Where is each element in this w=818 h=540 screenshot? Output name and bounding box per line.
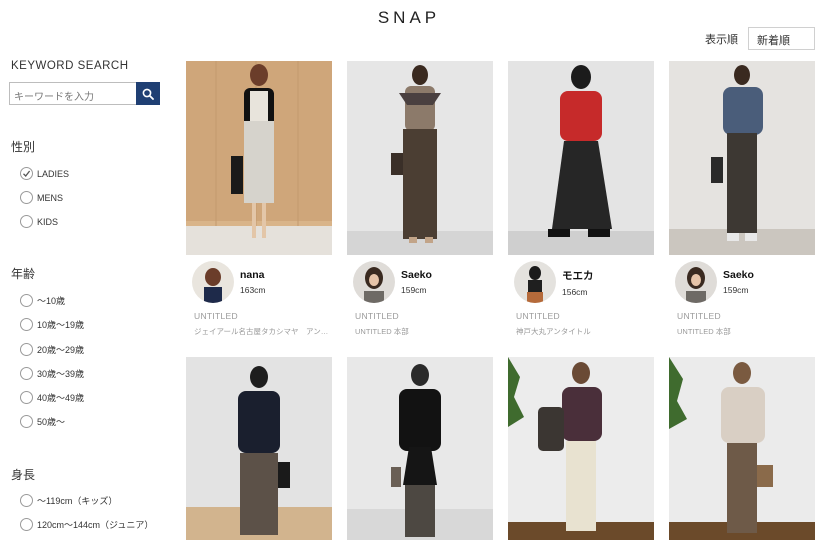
gender-title: 性別 [11,140,36,154]
age-option[interactable]: 30歳～39歳 [20,367,84,380]
brand-name: UNTITLED [516,311,560,321]
user-text: モエカ 156cm [562,268,594,297]
gender-option-mens[interactable]: MENS [20,191,63,204]
store-name: UNTITLED 本部 [677,327,731,336]
user-text: Saeko 159cm [723,269,754,295]
snap-card[interactable] [669,357,815,540]
user-name[interactable]: nana [240,269,266,281]
snap-card[interactable] [508,357,654,540]
radio-icon[interactable] [20,294,33,307]
filter-sidebar: KEYWORD SEARCH キーワードを入力 性別 LADIES MENS K… [0,0,175,540]
user-text: Saeko 159cm [401,269,432,295]
radio-icon[interactable] [20,494,33,507]
snap-photo[interactable] [186,357,332,540]
age-option[interactable]: 40歳～49歳 [20,391,84,404]
radio-icon[interactable] [20,343,33,356]
avatar[interactable] [353,261,395,303]
brand-name: UNTITLED [194,311,238,321]
sort-label: 表示順 [705,33,738,46]
sort-control: 表示順 新着順 [705,27,815,50]
user-info: Saeko 159cm [669,261,815,303]
snap-card[interactable]: Saeko 159cm UNTITLED UNTITLED 本部 [669,61,815,337]
snap-photo[interactable] [669,61,815,255]
user-height: 163cm [240,285,266,295]
snap-photo[interactable] [508,357,654,540]
height-option-label: ～119cm（キッズ） [37,496,118,506]
user-name[interactable]: Saeko [401,269,432,281]
age-option-label: 30歳～39歳 [37,369,85,379]
height-option[interactable]: 120cm～144cm（ジュニア） [20,518,153,531]
snap-card[interactable]: モエカ 156cm UNTITLED 神戸大丸アンタイトル [508,61,654,337]
height-option[interactable]: ～119cm（キッズ） [20,494,117,507]
age-option[interactable]: 10歳～19歳 [20,318,84,331]
snap-photo[interactable] [186,61,332,255]
search-button[interactable] [136,82,160,105]
snap-card[interactable]: nana 163cm UNTITLED ジェイアール名古屋タカシマヤ アン… [186,61,332,337]
user-name[interactable]: Saeko [723,269,754,281]
age-title: 年齢 [11,267,36,281]
gender-option-label: MENS [37,192,64,203]
check-icon[interactable] [20,167,33,180]
radio-icon[interactable] [20,215,33,228]
age-option[interactable]: 50歳～ [20,415,65,428]
search-icon [142,88,154,100]
user-text: nana 163cm [240,269,266,295]
gender-option-label: KIDS [37,216,59,227]
keyword-input[interactable]: キーワードを入力 [9,82,136,105]
store-name: ジェイアール名古屋タカシマヤ アン… [194,327,329,336]
snap-card[interactable] [347,357,493,540]
radio-icon[interactable] [20,191,33,204]
keyword-search-title: KEYWORD SEARCH [11,60,129,72]
radio-icon[interactable] [20,318,33,331]
radio-icon[interactable] [20,367,33,380]
sort-select[interactable]: 新着順 [748,27,815,50]
store-name: UNTITLED 本部 [355,327,409,336]
height-option-label: 120cm～144cm（ジュニア） [37,520,154,530]
user-height: 156cm [562,286,588,297]
age-option-label: 10歳～19歳 [37,320,85,330]
radio-icon[interactable] [20,415,33,428]
radio-icon[interactable] [20,518,33,531]
snap-card[interactable] [186,357,332,540]
user-name[interactable]: モエカ [562,268,594,283]
gender-option-label: LADIES [37,168,70,179]
user-info: nana 163cm [186,261,332,303]
brand-name: UNTITLED [677,311,721,321]
user-height: 159cm [401,285,427,295]
keyword-search: キーワードを入力 [9,82,160,105]
snap-card[interactable]: Saeko 159cm UNTITLED UNTITLED 本部 [347,61,493,337]
avatar[interactable] [192,261,234,303]
avatar[interactable] [675,261,717,303]
age-option-label: ～10歳 [37,296,66,306]
age-option[interactable]: 20歳～29歳 [20,343,84,356]
user-info: モエカ 156cm [508,261,654,303]
snap-photo[interactable] [508,61,654,255]
gender-option-ladies[interactable]: LADIES [20,167,69,180]
age-option-label: 20歳～29歳 [37,345,85,355]
radio-icon[interactable] [20,391,33,404]
brand-name: UNTITLED [355,311,399,321]
store-name: 神戸大丸アンタイトル [516,327,591,336]
height-title: 身長 [11,468,36,482]
age-option-label: 40歳～49歳 [37,393,85,403]
snap-photo[interactable] [669,357,815,540]
gender-option-kids[interactable]: KIDS [20,215,58,228]
user-height: 159cm [723,285,749,295]
age-option-label: 50歳～ [37,417,66,427]
snap-photo[interactable] [347,61,493,255]
user-info: Saeko 159cm [347,261,493,303]
age-option[interactable]: ～10歳 [20,294,65,307]
snap-photo[interactable] [347,357,493,540]
avatar[interactable] [514,261,556,303]
